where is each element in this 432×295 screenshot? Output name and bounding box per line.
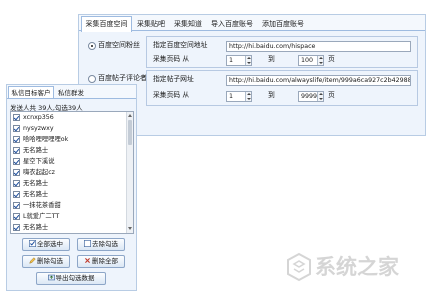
tab-collect-baidu-space[interactable]: 采集百度空间 [81,16,132,32]
post-to-value: 9999 [301,93,318,100]
list-item[interactable]: 无名路士 [11,190,127,200]
post-url-input[interactable]: http://hi.baidu.com/alwayslife/item/999a… [226,75,411,86]
stepper-arrows-icon[interactable] [317,92,323,101]
post-unit-label: 页 [328,91,335,99]
post-url-group: 指定帖子网址 http://hi.baidu.com/alwayslife/it… [146,70,418,106]
list-item[interactable]: 星空下溪说 [11,157,127,167]
scroll-down-icon[interactable] [128,227,132,230]
checkbox-checked-icon[interactable] [13,136,20,143]
post-from-stepper[interactable]: 1 [226,91,252,102]
space-pages-label: 采集页码 从 [153,55,190,63]
post-to-label: 到 [268,91,275,99]
stepper-arrows-icon[interactable] [245,92,251,101]
export-checked-button[interactable]: 导出勾选数据 [36,272,106,285]
list-item[interactable]: nysyzwxy [11,124,127,134]
message-target-panel: 私信目标客户 私信群发 发送人共 39人,勾选39人 xcnxp356 nysy… [6,84,137,291]
checkbox-checked-icon[interactable] [13,147,20,154]
post-url-label: 指定帖子网址 [153,75,194,83]
checkbox-checked-icon[interactable] [13,158,20,165]
list-item[interactable]: xcnxp356 [11,113,127,123]
side-tab-strip: 私信目标客户 私信群发 [7,85,136,99]
space-to-value: 100 [301,57,314,64]
space-url-input[interactable]: http://hi.baidu.com/hispace [226,41,411,52]
radio-space-fans[interactable] [88,42,96,50]
stepper-arrows-icon[interactable] [317,56,323,65]
radio-space-fans-label: 百度空间粉丝 [98,41,140,49]
tab-collect-tieba[interactable]: 采集贴吧 [133,16,169,31]
check-all-icon [29,240,36,247]
tab-message-targets[interactable]: 私信目标客户 [8,86,54,98]
checkbox-checked-icon[interactable] [13,180,20,187]
list-item[interactable]: 嗨衣起起cz [11,168,127,178]
watermark-logo-icon [287,252,311,282]
tab-import-accounts[interactable]: 导入百度账号 [207,16,257,31]
space-to-stepper[interactable]: 100 [298,55,324,66]
checkbox-checked-icon[interactable] [13,114,20,121]
checkbox-checked-icon[interactable] [13,224,20,231]
checkbox-checked-icon[interactable] [13,202,20,209]
export-icon [47,274,55,281]
watermark-text: 系统之家 [315,254,399,279]
list-item[interactable]: 无名路士 [11,179,127,189]
tab-mass-message[interactable]: 私信群发 [54,86,88,98]
pencil-icon [29,257,36,264]
scrollbar-thumb[interactable] [128,120,132,145]
post-from-value: 1 [229,93,234,100]
list-item[interactable]: L就爱广二TT [11,212,127,222]
stepper-arrows-icon[interactable] [245,56,251,65]
checkbox-checked-icon[interactable] [13,213,20,220]
checkbox-checked-icon[interactable] [13,125,20,132]
deselect-button[interactable]: 去除勾选 [77,238,125,251]
list-item[interactable]: 一抹花茶香甜 [11,201,127,211]
space-from-value: 1 [229,57,234,64]
uncheck-icon [84,240,91,247]
tab-collect-zhidao[interactable]: 采集知道 [170,16,206,31]
space-url-label: 指定百度空间地址 [153,41,208,49]
post-to-stepper[interactable]: 9999 [298,91,324,102]
tab-strip: 采集百度空间 采集贴吧 采集知道 导入百度账号 添加百度账号 [79,15,425,32]
checkbox-checked-icon[interactable] [13,191,20,198]
target-list[interactable]: xcnxp356 nysyzwxy 哈哈哩哩哩哩ok 无名路士 星空下溪说 嗨衣… [10,111,134,234]
list-scrollbar[interactable] [126,112,133,233]
select-all-button[interactable]: 全部选中 [22,238,70,251]
watermark: 系统之家 [286,248,428,288]
space-url-group: 指定百度空间地址 http://hi.baidu.com/hispace 采集页… [146,36,418,68]
post-pages-label: 采集页码 从 [153,91,190,99]
radio-post-commenters[interactable] [88,75,96,83]
list-item[interactable]: 无名路士 [11,223,127,233]
delete-icon [85,258,90,263]
radio-post-commenters-label: 百度帖子评论者 [98,74,147,82]
delete-all-button[interactable]: 删除全部 [77,255,125,268]
list-item[interactable]: 哈哈哩哩哩哩ok [11,135,127,145]
space-from-stepper[interactable]: 1 [226,55,252,66]
space-to-label: 到 [268,55,275,63]
scroll-up-icon[interactable] [128,114,132,117]
tab-add-accounts[interactable]: 添加百度账号 [258,16,308,31]
list-item[interactable]: 无名路士 [11,146,127,156]
delete-checked-button[interactable]: 删除勾选 [22,255,70,268]
checkbox-checked-icon[interactable] [13,169,20,176]
space-unit-label: 页 [328,55,335,63]
